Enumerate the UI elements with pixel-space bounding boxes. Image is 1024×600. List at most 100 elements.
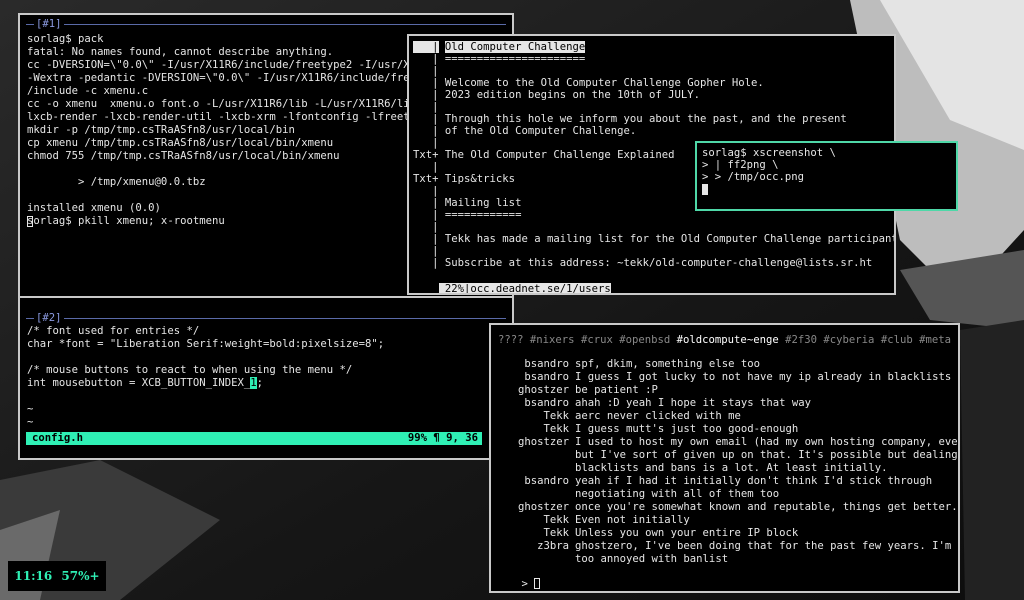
irc-message: blacklists and bans is a lot. At least i… — [491, 462, 888, 475]
battery-level: 57%+ — [61, 569, 100, 583]
irc-message-text: once you're somewhat known and reputable… — [575, 501, 958, 513]
gopher-item-type: Txt+ — [413, 149, 439, 161]
editor-line-tail: ; — [256, 377, 264, 389]
terminal-1-line: /include -c xmenu.c — [27, 85, 149, 97]
gopher-item-type: | — [413, 89, 439, 101]
irc-channel-tab[interactable]: #nixers — [530, 334, 575, 346]
gopher-item-type: | — [413, 233, 439, 245]
irc-channel-tab[interactable]: #cyberia — [823, 334, 874, 346]
gopher-item-text: The Old Computer Challenge Explained — [444, 149, 675, 161]
irc-message-nick: Tekk — [543, 410, 569, 422]
gopher-item-type: | — [413, 113, 439, 125]
gopher-item-type: | — [413, 65, 439, 77]
gopher-item-type: | — [413, 245, 439, 257]
screenshot-terminal-cursor[interactable] — [702, 184, 708, 197]
terminal-1-title-rule — [26, 24, 506, 25]
gopher-item: | 2023 edition begins on the 10th of JUL… — [413, 89, 700, 102]
terminal-1-line: cp xmenu /tmp/tmp.csTRaASfn8/usr/local/b… — [27, 137, 334, 149]
irc-message-text: be patient :P — [575, 384, 658, 396]
gopher-item-text: Welcome to the Old Computer Challenge Go… — [444, 77, 764, 89]
gopher-item-type: | — [413, 53, 439, 65]
gopher-item-text: Subscribe at this address: ~tekk/old-com… — [444, 257, 873, 269]
terminal-2-label: [#2] — [34, 312, 64, 324]
irc-message: Tekk Even not initially — [491, 514, 690, 527]
gopher-item-text: ============ — [444, 209, 522, 221]
irc-message-nick: Tekk — [543, 514, 569, 526]
irc-channel-tab[interactable]: #oldcompute~enge — [677, 334, 779, 346]
irc-message-nick: ghostzer — [517, 384, 569, 396]
editor-status-filename: config.h — [32, 432, 84, 444]
irc-message-text: Even not initially — [575, 514, 690, 526]
terminal-1-line: sorlag$ pack — [27, 33, 104, 45]
gopher-item[interactable]: Txt+ The Old Computer Challenge Explaine… — [413, 149, 675, 162]
irc-message: Tekk aerc never clicked with me — [491, 410, 740, 423]
irc-message-text: but I've sort of given up on that. It's … — [575, 449, 960, 461]
irc-message-text: ghostzero, I've been doing that for the … — [575, 540, 960, 552]
irc-prompt: > — [521, 578, 528, 590]
irc-message-text: I guess I got lucky to not have my ip al… — [575, 371, 952, 383]
editor-line: ~ — [27, 416, 33, 429]
irc-message: z3bra ghostzero, I've been doing that for… — [491, 540, 960, 553]
clock-time: 11:16 — [14, 569, 53, 583]
gopher-statusbar: 22%|occ.deadnet.se/1/users — [413, 270, 611, 293]
editor-statusbar: config.h 99% ¶ 9, 36 — [26, 432, 482, 445]
terminal-1-line: chmod 755 /tmp/tmp.csTRaASfn8/usr/local/… — [27, 150, 340, 162]
irc-message-text: I guess mutt's just too good-enough — [575, 423, 799, 435]
terminal-1-cursor[interactable] — [27, 216, 33, 229]
editor-line-text: int mousebutton = XCB_BUTTON_INDEX_ — [27, 377, 251, 389]
irc-channel-tab[interactable]: #club — [881, 334, 913, 346]
gopher-item: | Tekk has made a mailing list for the O… — [413, 233, 896, 246]
gopher-status-percent: 22%| — [438, 283, 471, 295]
irc-channel-tab[interactable]: ???? — [498, 334, 524, 346]
irc-message-text: I used to host my own email (had my own … — [575, 436, 960, 448]
terminal-1-line: > /tmp/xmenu@0.0.tbz — [27, 176, 206, 188]
gopher-item-text: ====================== — [444, 53, 586, 65]
gopher-item-type: | — [413, 125, 439, 137]
irc-message-nick: bsandro — [524, 371, 569, 383]
terminal-window-2[interactable]: [#2] /* font used for entries */char *fo… — [18, 296, 514, 460]
gopher-item-text: Old Computer Challenge — [444, 41, 586, 53]
irc-channel-tab[interactable]: #meta — [919, 334, 951, 346]
gopher-item-type: | — [413, 221, 439, 233]
editor-line-text: /* mouse buttons to react to when using … — [27, 364, 353, 376]
gopher-item-text: Through this hole we inform you about th… — [444, 113, 847, 125]
irc-message-nick: Tekk — [543, 423, 569, 435]
gopher-item-type: | — [413, 257, 439, 269]
irc-channel-bar[interactable]: ???? #nixers #crux #openbsd #oldcompute~… — [498, 334, 951, 347]
gopher-item-type: | — [413, 77, 439, 89]
terminal-1-label: [#1] — [34, 18, 64, 30]
irc-message: but I've sort of given up on that. It's … — [491, 449, 960, 462]
editor-line-text: /* font used for entries */ — [27, 325, 200, 337]
gopher-status-url: occ.deadnet.se/1/users — [470, 283, 611, 295]
terminal-1-line: lxcb-render -lxcb-render-util -lxcb-xrm … — [27, 111, 429, 123]
irc-message: bsandro ahah :D yeah I hope it stays that… — [491, 397, 811, 410]
gopher-item-type: | — [413, 209, 439, 221]
irc-message: Tekk Unless you own your entire IP block — [491, 527, 798, 540]
terminal-2-rule — [26, 318, 506, 319]
editor-line: ~ — [27, 403, 33, 416]
irc-message-text: spf, dkim, something else too — [575, 358, 760, 370]
irc-message-nick: bsandro — [524, 397, 569, 409]
editor-line: int mousebutton = XCB_BUTTON_INDEX_1; — [27, 377, 263, 390]
gopher-item-type: | — [413, 41, 439, 53]
terminal-1-line: installed xmenu (0.0) — [27, 202, 161, 214]
editor-line-text: char *font = "Liberation Serif:weight=bo… — [27, 338, 385, 350]
irc-channel-tab[interactable]: #openbsd — [619, 334, 670, 346]
irc-client-window[interactable]: ???? #nixers #crux #openbsd #oldcompute~… — [489, 323, 960, 593]
terminal-1-line: -Wextra -pedantic -DVERSION=\"0.0\" -I/u… — [27, 72, 429, 84]
irc-message-nick: ghostzer — [517, 436, 569, 448]
irc-message: bsandro yeah if I had it initially don't … — [491, 475, 932, 488]
gopher-item-text: Tekk has made a mailing list for the Old… — [444, 233, 896, 245]
irc-channel-tab[interactable]: #crux — [581, 334, 613, 346]
gopher-item-type: | — [413, 137, 439, 149]
irc-input-cursor[interactable] — [534, 578, 541, 589]
irc-message: Tekk I guess mutt's just too good-enough — [491, 423, 798, 436]
screenshot-terminal-window[interactable]: sorlag$ xscreenshot \ > | ff2png \ > > /tm… — [695, 141, 958, 211]
editor-line: /* mouse buttons to react to when using … — [27, 364, 352, 377]
irc-channel-tab[interactable]: #2f30 — [785, 334, 817, 346]
irc-message-nick: ghostzer — [517, 501, 569, 513]
irc-input-line[interactable]: > — [496, 565, 541, 590]
gopher-item-type: | — [413, 197, 439, 209]
irc-message: bsandro I guess I got lucky to not have m… — [491, 371, 951, 384]
irc-message-nick: bsandro — [524, 358, 569, 370]
